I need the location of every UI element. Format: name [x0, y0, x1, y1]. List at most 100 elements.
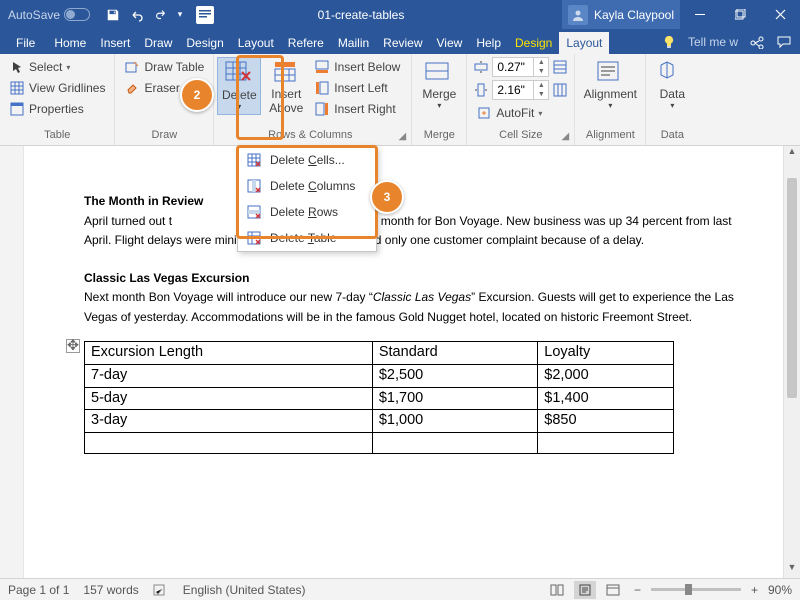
data-button[interactable]: Data▾ — [652, 57, 692, 113]
group-table: Select ▾ View Gridlines Properties Table — [0, 54, 115, 145]
vertical-scrollbar[interactable]: ▲ ▼ — [783, 146, 800, 578]
title-bar: AutoSave ▾ 01-create-tables Kayla Claypo… — [0, 0, 800, 29]
insert-left-button[interactable]: Insert Left — [311, 78, 403, 98]
properties-button[interactable]: Properties — [6, 99, 108, 119]
group-rows-columns: Delete▾ InsertAbove Insert Below Insert … — [214, 54, 412, 145]
data-icon — [657, 59, 687, 87]
spin-down[interactable]: ▼ — [534, 90, 548, 99]
draw-table-button[interactable]: Draw Table — [121, 57, 207, 77]
spin-up[interactable]: ▲ — [534, 58, 548, 67]
col-width-input[interactable]: ▲▼ — [492, 80, 549, 100]
avatar-icon — [568, 5, 588, 25]
tab-design[interactable]: Design — [179, 32, 230, 54]
undo-button[interactable] — [126, 4, 148, 26]
tab-table-design[interactable]: Design — [508, 32, 559, 54]
share-button[interactable] — [745, 30, 769, 54]
delete-cells-icon — [246, 152, 262, 168]
tab-view[interactable]: View — [430, 32, 470, 54]
pricing-table[interactable]: Excursion LengthStandardLoyalty 7-day$2,… — [84, 341, 674, 453]
autofit-button[interactable]: AutoFit ▾ — [473, 103, 568, 123]
table-row — [85, 432, 674, 453]
insert-below-icon — [314, 59, 330, 75]
tab-layout[interactable]: Layout — [231, 32, 281, 54]
table-move-handle[interactable]: ✥ — [66, 339, 80, 353]
view-gridlines-button[interactable]: View Gridlines — [6, 78, 108, 98]
zoom-in-button[interactable]: + — [747, 583, 762, 597]
tell-me-input[interactable]: Tell me w — [684, 35, 742, 49]
restore-button[interactable] — [720, 0, 760, 29]
user-account-button[interactable]: Kayla Claypool — [562, 0, 680, 29]
menu-delete-columns[interactable]: Delete Columns — [238, 173, 376, 199]
toggle-off-icon — [64, 8, 90, 21]
select-button[interactable]: Select ▾ — [6, 57, 108, 77]
table-row: 5-day$1,700$1,400 — [85, 387, 674, 410]
close-button[interactable] — [760, 0, 800, 29]
status-page[interactable]: Page 1 of 1 — [8, 583, 69, 597]
table-wrapper: ✥ Excursion LengthStandardLoyalty 7-day$… — [84, 341, 759, 453]
row-height-icon — [473, 59, 489, 75]
status-words[interactable]: 157 words — [83, 583, 138, 597]
group-label-merge: Merge — [418, 127, 460, 143]
insert-right-icon — [314, 101, 330, 117]
vertical-ruler[interactable] — [0, 146, 24, 578]
annotation-badge-3: 3 — [370, 180, 404, 214]
insert-below-button[interactable]: Insert Below — [311, 57, 403, 77]
status-language[interactable]: English (United States) — [183, 583, 306, 597]
group-label-cell-size: Cell Size — [473, 127, 568, 143]
comments-button[interactable] — [772, 30, 796, 54]
tab-home[interactable]: Home — [47, 32, 93, 54]
draw-table-icon — [124, 59, 140, 75]
group-cell-size: ▲▼ ▲▼ AutoFit ▾ Cell Size ◢ — [467, 54, 575, 145]
delete-button[interactable]: Delete▾ — [217, 57, 261, 115]
document-area: The Month in Review April turned out tpr… — [0, 146, 800, 578]
delete-table-menu-icon — [246, 230, 262, 246]
annotation-badge-2: 2 — [180, 78, 214, 112]
row-height-input[interactable]: ▲▼ — [492, 57, 549, 77]
alignment-icon — [595, 59, 625, 87]
tab-mailings[interactable]: Mailin — [331, 32, 376, 54]
autosave-toggle[interactable]: AutoSave — [0, 8, 98, 22]
tab-table-layout[interactable]: Layout — [559, 32, 609, 54]
zoom-out-button[interactable]: − — [630, 583, 645, 597]
distribute-cols-icon[interactable] — [552, 82, 568, 98]
tab-insert[interactable]: Insert — [93, 32, 137, 54]
alignment-button[interactable]: Alignment▾ — [581, 57, 639, 113]
read-mode-button[interactable] — [546, 581, 568, 599]
menu-delete-cells[interactable]: Delete Cells... — [238, 147, 376, 173]
group-merge: Merge▾ Merge — [412, 54, 467, 145]
minimize-button[interactable] — [680, 0, 720, 29]
user-name: Kayla Claypool — [594, 8, 674, 22]
scrollbar-thumb[interactable] — [787, 178, 797, 398]
spin-up[interactable]: ▲ — [534, 81, 548, 90]
spin-down[interactable]: ▼ — [534, 67, 548, 76]
zoom-level[interactable]: 90% — [768, 583, 792, 597]
insert-right-button[interactable]: Insert Right — [311, 99, 403, 119]
tab-file[interactable]: File — [4, 32, 47, 54]
cell-size-dialog-launcher[interactable]: ◢ — [558, 129, 572, 143]
tab-help[interactable]: Help — [469, 32, 508, 54]
merge-button[interactable]: Merge▾ — [418, 57, 460, 113]
delete-rows-icon — [246, 204, 262, 220]
status-bar: Page 1 of 1 157 words English (United St… — [0, 578, 800, 600]
scroll-up-button[interactable]: ▲ — [784, 146, 800, 162]
tab-references[interactable]: Refere — [281, 32, 331, 54]
document-page[interactable]: The Month in Review April turned out tpr… — [24, 146, 783, 578]
save-button[interactable] — [102, 4, 124, 26]
scroll-down-button[interactable]: ▼ — [784, 562, 800, 578]
spellcheck-icon[interactable] — [153, 583, 169, 597]
web-layout-button[interactable] — [602, 581, 624, 599]
group-label-data: Data — [652, 127, 692, 143]
menu-delete-table[interactable]: Delete Table — [238, 225, 376, 251]
insert-above-icon — [271, 59, 301, 87]
paragraph-2: Next month Bon Voyage will introduce our… — [84, 288, 759, 327]
rows-columns-dialog-launcher[interactable]: ◢ — [395, 129, 409, 143]
group-alignment: Alignment▾ Alignment — [575, 54, 646, 145]
tab-review[interactable]: Review — [376, 32, 429, 54]
menu-delete-rows[interactable]: Delete Rows — [238, 199, 376, 225]
heading-2: Classic Las Vegas Excursion — [84, 271, 249, 285]
zoom-slider[interactable] — [651, 588, 741, 591]
tab-draw[interactable]: Draw — [137, 32, 179, 54]
distribute-rows-icon[interactable] — [552, 59, 568, 75]
print-layout-button[interactable] — [574, 581, 596, 599]
insert-above-button[interactable]: InsertAbove — [265, 57, 307, 118]
